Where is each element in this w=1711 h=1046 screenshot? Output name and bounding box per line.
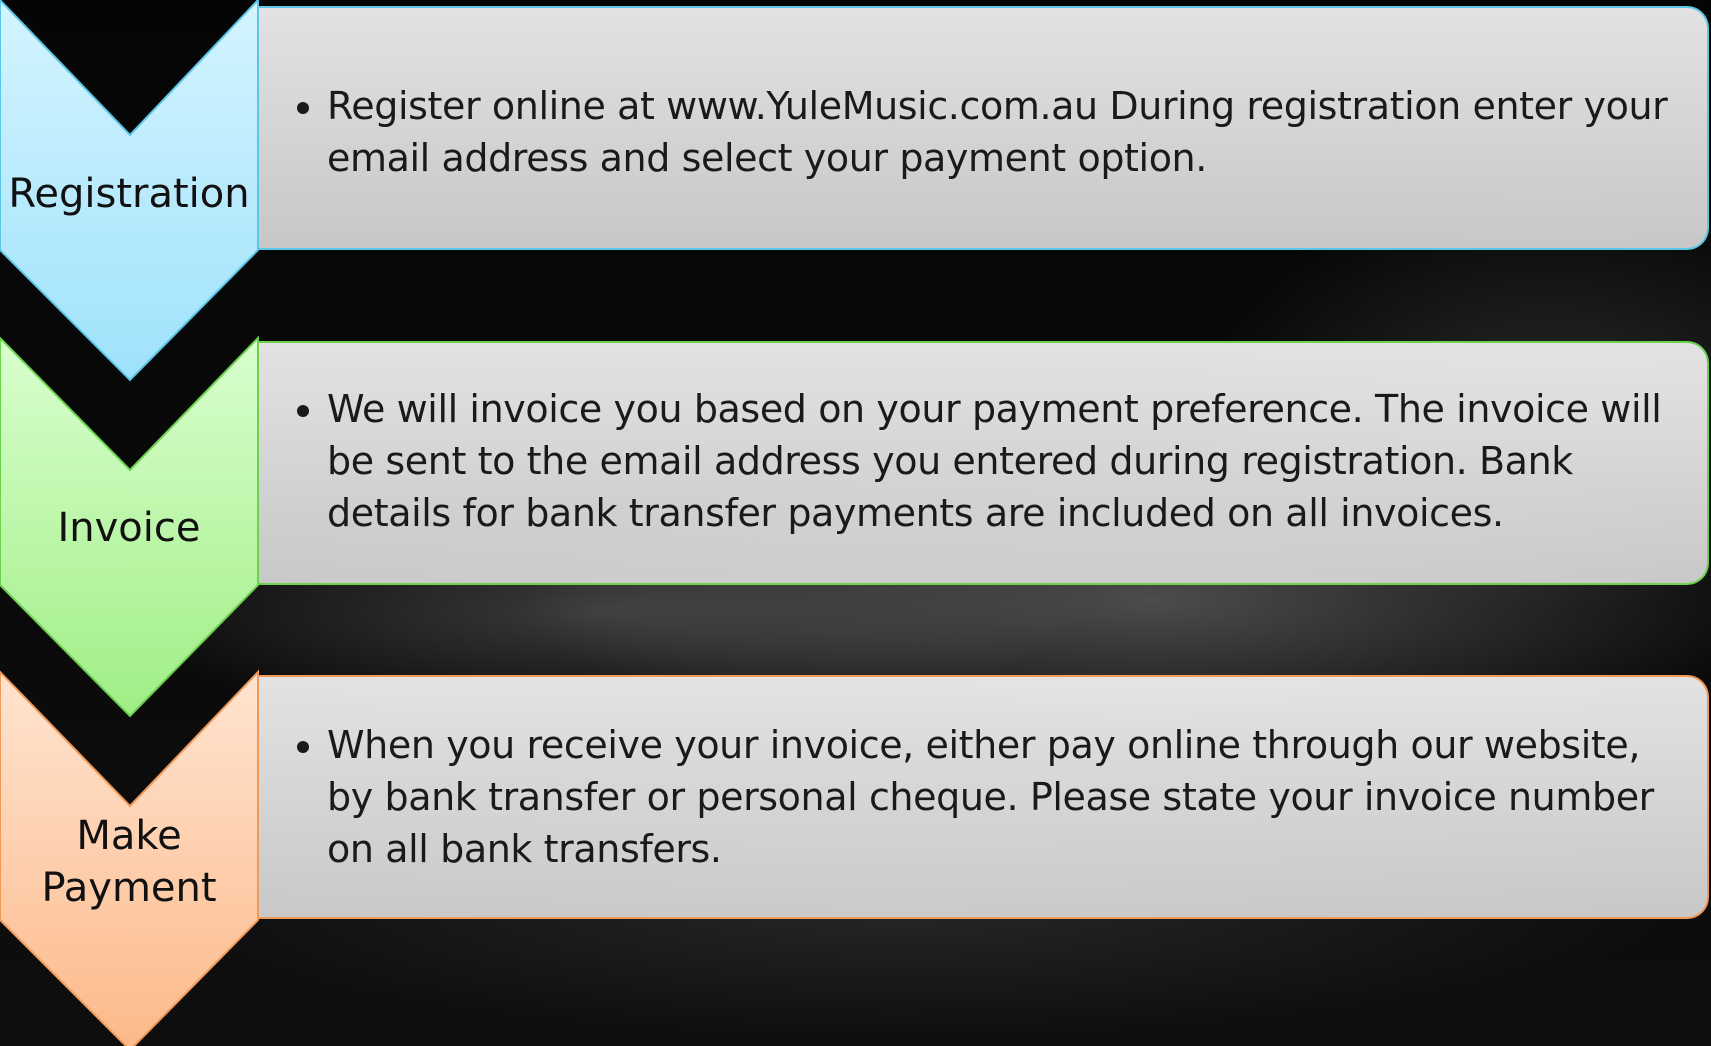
- step-description: When you receive your invoice, either pa…: [327, 719, 1687, 875]
- step-label: Make Payment: [41, 813, 217, 911]
- step-description: Register online at www.YuleMusic.com.au …: [327, 80, 1687, 184]
- step-description: We will invoice you based on your paymen…: [327, 383, 1687, 539]
- step-description-box: When you receive your invoice, either pa…: [259, 675, 1709, 919]
- step-description-box: We will invoice you based on your paymen…: [259, 341, 1709, 585]
- step-description-box: Register online at www.YuleMusic.com.au …: [259, 6, 1709, 250]
